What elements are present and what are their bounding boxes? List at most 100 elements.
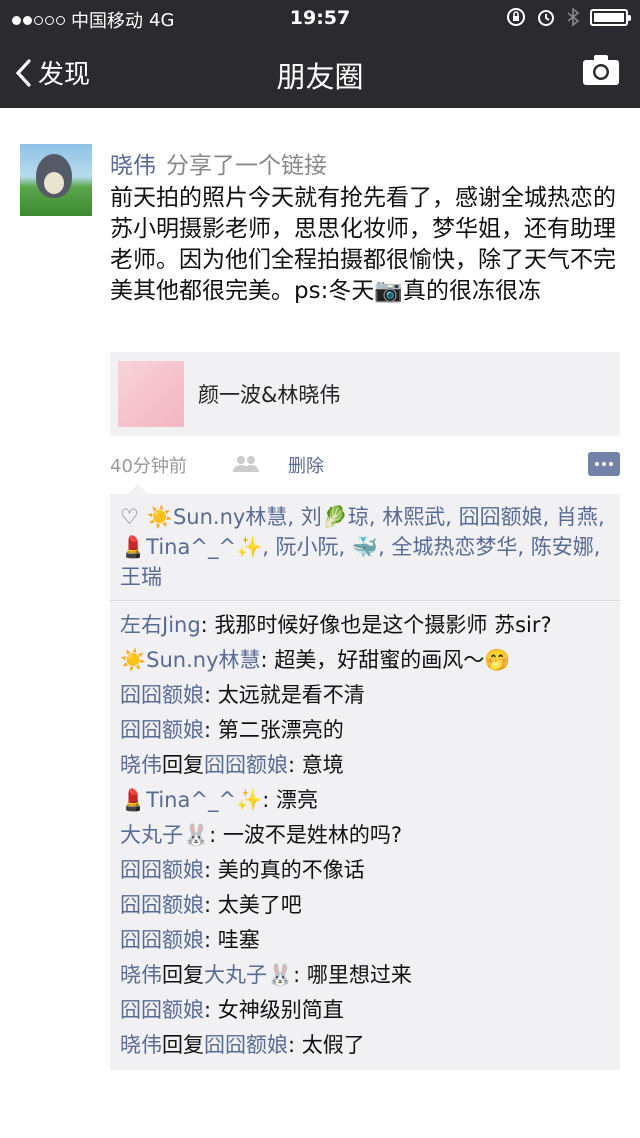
- comment-action-button[interactable]: [588, 452, 620, 476]
- comment-colon: :: [204, 998, 218, 1022]
- like-separator: ,: [597, 505, 605, 529]
- comment-item[interactable]: 晓伟回复囧囧额娘: 意境: [120, 750, 610, 780]
- likes-list: ♡ ☀️Sun.ny林慧, 刘🥬琼, 林熙武, 囧囧额娘, 肖燕, 💄Tina^_…: [110, 494, 620, 601]
- reply-target[interactable]: 囧囧额娘: [204, 1033, 288, 1057]
- comment-author[interactable]: 大丸子🐰: [120, 823, 209, 847]
- comment-author[interactable]: 囧囧额娘: [120, 893, 204, 917]
- like-separator: ,: [445, 505, 459, 529]
- reply-target[interactable]: 大丸子🐰: [204, 963, 293, 987]
- shared-link-label: 分享了一个链接: [166, 153, 327, 179]
- like-name[interactable]: 全城热恋梦华: [391, 535, 517, 559]
- like-separator: ,: [368, 505, 383, 529]
- comment-item[interactable]: 晓伟回复囧囧额娘: 太假了: [120, 1030, 610, 1060]
- heart-icon: ♡: [120, 505, 139, 529]
- comment-text: 女神级别简直: [217, 998, 344, 1022]
- status-right: [506, 7, 631, 27]
- comment-author[interactable]: 囧囧额娘: [120, 683, 204, 707]
- comment-text: 美的真的不像话: [217, 858, 365, 882]
- comment-item[interactable]: 囧囧额娘: 太远就是看不清: [120, 680, 610, 710]
- comment-colon: :: [260, 648, 275, 672]
- comment-colon: :: [288, 1033, 302, 1057]
- like-name[interactable]: 💄Tina^_^✨: [120, 535, 262, 559]
- comment-author[interactable]: ☀️Sun.ny林慧: [120, 648, 261, 672]
- comment-item[interactable]: 囧囧额娘: 美的真的不像话: [120, 855, 610, 885]
- reply-target[interactable]: 囧囧额娘: [204, 753, 288, 777]
- like-separator: ,: [517, 535, 531, 559]
- post-header: 晓伟 分享了一个链接: [110, 146, 327, 180]
- comment-item[interactable]: ☀️Sun.ny林慧: 超美，好甜蜜的画风～🤭: [120, 645, 610, 675]
- comment-item[interactable]: 囧囧额娘: 女神级别简直: [120, 995, 610, 1025]
- delete-button[interactable]: 删除: [288, 452, 324, 478]
- comment-author[interactable]: 囧囧额娘: [120, 998, 204, 1022]
- comment-colon: :: [204, 893, 218, 917]
- comment-author[interactable]: 晓伟: [120, 753, 162, 777]
- like-name[interactable]: 林熙武: [382, 505, 445, 529]
- comment-author[interactable]: 左右Jing: [120, 613, 201, 637]
- like-name[interactable]: 王瑞: [120, 565, 162, 589]
- comment-text: 一波不是姓林的吗?: [222, 823, 403, 847]
- post-time: 40分钟前: [110, 456, 187, 477]
- like-name[interactable]: 刘🥬琼: [301, 505, 369, 529]
- comment-author[interactable]: 晓伟: [120, 963, 162, 987]
- group-visibility-icon: [233, 456, 259, 472]
- status-bar: 中国移动 4G 19:57: [0, 0, 640, 36]
- comment-item[interactable]: 💄Tina^_^✨: 漂亮: [120, 785, 610, 815]
- comment-author[interactable]: 晓伟: [120, 1033, 162, 1057]
- like-separator: ,: [593, 535, 601, 559]
- comment-text: 我那时候好像也是这个摄影师 苏sir?: [214, 613, 552, 637]
- like-separator: ,: [338, 535, 352, 559]
- comment-colon: :: [200, 613, 215, 637]
- comment-item[interactable]: 囧囧额娘: 第二张漂亮的: [120, 715, 610, 745]
- page-title: 朋友圈: [276, 60, 364, 94]
- comment-text: 哇塞: [217, 928, 260, 952]
- comment-item[interactable]: 左右Jing: 我那时候好像也是这个摄影师 苏sir?: [120, 610, 610, 640]
- like-name[interactable]: ☀️Sun.ny林慧: [147, 505, 288, 529]
- nav-bar: 发现 朋友圈: [0, 36, 640, 108]
- comment-text: 第二张漂亮的: [217, 718, 344, 742]
- comments-list: 左右Jing: 我那时候好像也是这个摄影师 苏sir? ☀️Sun.ny林慧: 超…: [110, 601, 620, 1070]
- likes-comments-panel: ♡ ☀️Sun.ny林慧, 刘🥬琼, 林熙武, 囧囧额娘, 肖燕, 💄Tina^_…: [110, 484, 620, 1070]
- comment-colon: :: [293, 963, 307, 987]
- totoro-belly: [44, 172, 64, 194]
- comment-text: 太假了: [301, 1033, 365, 1057]
- comment-text: 哪里想过来: [306, 963, 412, 987]
- comment-colon: :: [288, 753, 302, 777]
- comment-colon: :: [262, 788, 276, 812]
- like-name[interactable]: 囧囧额娘: [459, 505, 543, 529]
- comment-text: 太美了吧: [217, 893, 302, 917]
- comment-item[interactable]: 大丸子🐰: 一波不是姓林的吗?: [120, 820, 610, 850]
- link-thumbnail: [118, 361, 184, 427]
- comment-text: 超美，好甜蜜的画风～🤭: [274, 648, 511, 672]
- link-title: 颜一波&林晓伟: [198, 383, 341, 407]
- comment-item[interactable]: 囧囧额娘: 哇塞: [120, 925, 610, 955]
- likes-names: ☀️Sun.ny林慧, 刘🥬琼, 林熙武, 囧囧额娘, 肖燕, 💄Tina^_^…: [120, 505, 605, 589]
- comment-item[interactable]: 囧囧额娘: 太美了吧: [120, 890, 610, 920]
- comment-author[interactable]: 囧囧额娘: [120, 718, 204, 742]
- moments-feed: 晓伟 分享了一个链接 前天拍的照片今天就有抢先看了，感谢全城热恋的苏小明摄影老师，…: [0, 108, 640, 1138]
- like-name[interactable]: 陈安娜: [531, 535, 594, 559]
- like-separator: ,: [378, 535, 392, 559]
- like-separator: ,: [287, 505, 301, 529]
- like-name[interactable]: 阮小阮: [276, 535, 339, 559]
- author-name[interactable]: 晓伟: [110, 153, 156, 179]
- comment-colon: :: [209, 823, 223, 847]
- alarm-icon: [538, 10, 554, 26]
- comment-author[interactable]: 💄Tina^_^✨: [120, 788, 262, 812]
- bluetooth-icon: [567, 7, 580, 27]
- avatar[interactable]: [20, 144, 92, 216]
- comment-author[interactable]: 囧囧额娘: [120, 858, 204, 882]
- reply-label: 回复: [162, 1033, 204, 1057]
- like-name[interactable]: 肖燕: [556, 505, 598, 529]
- lock-rotation-icon: [507, 8, 525, 26]
- like-name[interactable]: 🐳: [352, 535, 378, 559]
- reply-label: 回复: [162, 963, 204, 987]
- comment-author[interactable]: 囧囧额娘: [120, 928, 204, 952]
- like-separator: ,: [262, 535, 276, 559]
- camera-icon: [583, 55, 619, 85]
- comment-item[interactable]: 晓伟回复大丸子🐰: 哪里想过来: [120, 960, 610, 990]
- battery-icon: [590, 8, 631, 26]
- comment-text: 太远就是看不清: [217, 683, 365, 707]
- camera-button[interactable]: [582, 54, 620, 90]
- comment-colon: :: [204, 683, 218, 707]
- shared-link-card[interactable]: 颜一波&林晓伟: [110, 352, 620, 436]
